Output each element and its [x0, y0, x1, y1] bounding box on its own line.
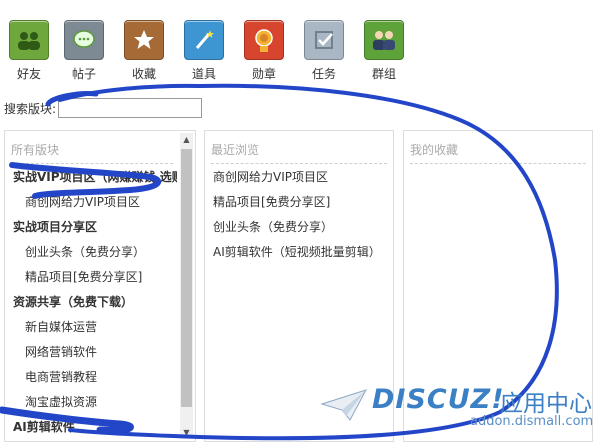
toolbar-favorites[interactable]: 收藏	[122, 20, 166, 82]
watermark-url: addon.dismall.com	[470, 414, 594, 429]
watermark-brand: DISCUZ!	[372, 384, 505, 415]
search-label: 搜索版块:	[4, 101, 57, 116]
paper-plane-icon	[320, 389, 368, 421]
chat-bubble-icon	[64, 20, 104, 60]
list-item[interactable]: 新自媒体运营	[5, 315, 177, 340]
list-item[interactable]: 创业头条（免费分享）	[5, 240, 177, 265]
toolbar-tasks[interactable]: 任务	[302, 20, 346, 82]
watermark-cn: 应用中心	[500, 391, 592, 417]
friends-icon	[9, 20, 49, 60]
scroll-down-icon[interactable]: ▼	[180, 426, 193, 439]
list-item[interactable]: AI剪辑软件（短视频批量剪辑）	[205, 240, 393, 265]
list-item[interactable]: 实战VIP项目区（网赚赚钱 选购区）	[5, 165, 177, 190]
list-item[interactable]: AI剪辑软件	[5, 415, 177, 440]
toolbar-props[interactable]: 道具	[182, 20, 226, 82]
list-item[interactable]: 精品项目[免费分享区]	[5, 265, 177, 290]
star-icon	[124, 20, 164, 60]
toolbar-props-label: 道具	[191, 67, 216, 81]
toolbar-friends-label: 好友	[16, 67, 41, 81]
toolbar-medals-label: 勋章	[251, 67, 276, 81]
list-item[interactable]: 创业头条（免费分享）	[205, 215, 393, 240]
toolbar-groups-label: 群组	[371, 67, 396, 81]
scroll-thumb[interactable]	[181, 149, 192, 407]
list-item[interactable]: 商创网给力VIP项目区	[205, 165, 393, 190]
panel-all-title: 所有版块	[11, 141, 173, 164]
board-list: 实战VIP项目区（网赚赚钱 选购区） 商创网给力VIP项目区 实战项目分享区 创…	[5, 165, 177, 440]
toolbar-posts[interactable]: 帖子	[62, 20, 106, 82]
list-item[interactable]: 资源共享（免费下载）	[5, 290, 177, 315]
toolbar: 好友 帖子 收藏 道具 勋章 任务 群组	[0, 0, 610, 82]
list-item[interactable]: 淘宝虚拟资源	[5, 390, 177, 415]
list-item[interactable]: 商创网给力VIP项目区	[5, 190, 177, 215]
panel-favorites-title: 我的收藏	[410, 141, 586, 164]
toolbar-posts-label: 帖子	[71, 67, 96, 81]
board-search: 搜索版块:	[4, 97, 203, 119]
recent-list: 商创网给力VIP项目区 精品项目[免费分享区] 创业头条（免费分享） AI剪辑软…	[205, 165, 393, 265]
scroll-up-icon[interactable]: ▲	[180, 133, 193, 146]
group-icon	[364, 20, 404, 60]
list-item[interactable]: 实战项目分享区	[5, 215, 177, 240]
toolbar-groups[interactable]: 群组	[362, 20, 406, 82]
toolbar-favorites-label: 收藏	[131, 67, 156, 81]
panel-recent-title: 最近浏览	[211, 141, 387, 164]
watermark: DISCUZ! 应用中心 addon.dismall.com	[320, 378, 610, 446]
list-item[interactable]: 网络营销软件	[5, 340, 177, 365]
list-item[interactable]: 精品项目[免费分享区]	[205, 190, 393, 215]
scrollbar[interactable]: ▲ ▼	[180, 133, 193, 439]
panel-all-boards: 所有版块 实战VIP项目区（网赚赚钱 选购区） 商创网给力VIP项目区 实战项目…	[4, 130, 196, 442]
medal-icon	[244, 20, 284, 60]
list-item[interactable]: 电商营销教程	[5, 365, 177, 390]
toolbar-tasks-label: 任务	[311, 67, 336, 81]
toolbar-medals[interactable]: 勋章	[242, 20, 286, 82]
task-check-icon	[304, 20, 344, 60]
toolbar-friends[interactable]: 好友	[7, 20, 51, 82]
search-input[interactable]	[58, 98, 203, 118]
magic-wand-icon	[184, 20, 224, 60]
